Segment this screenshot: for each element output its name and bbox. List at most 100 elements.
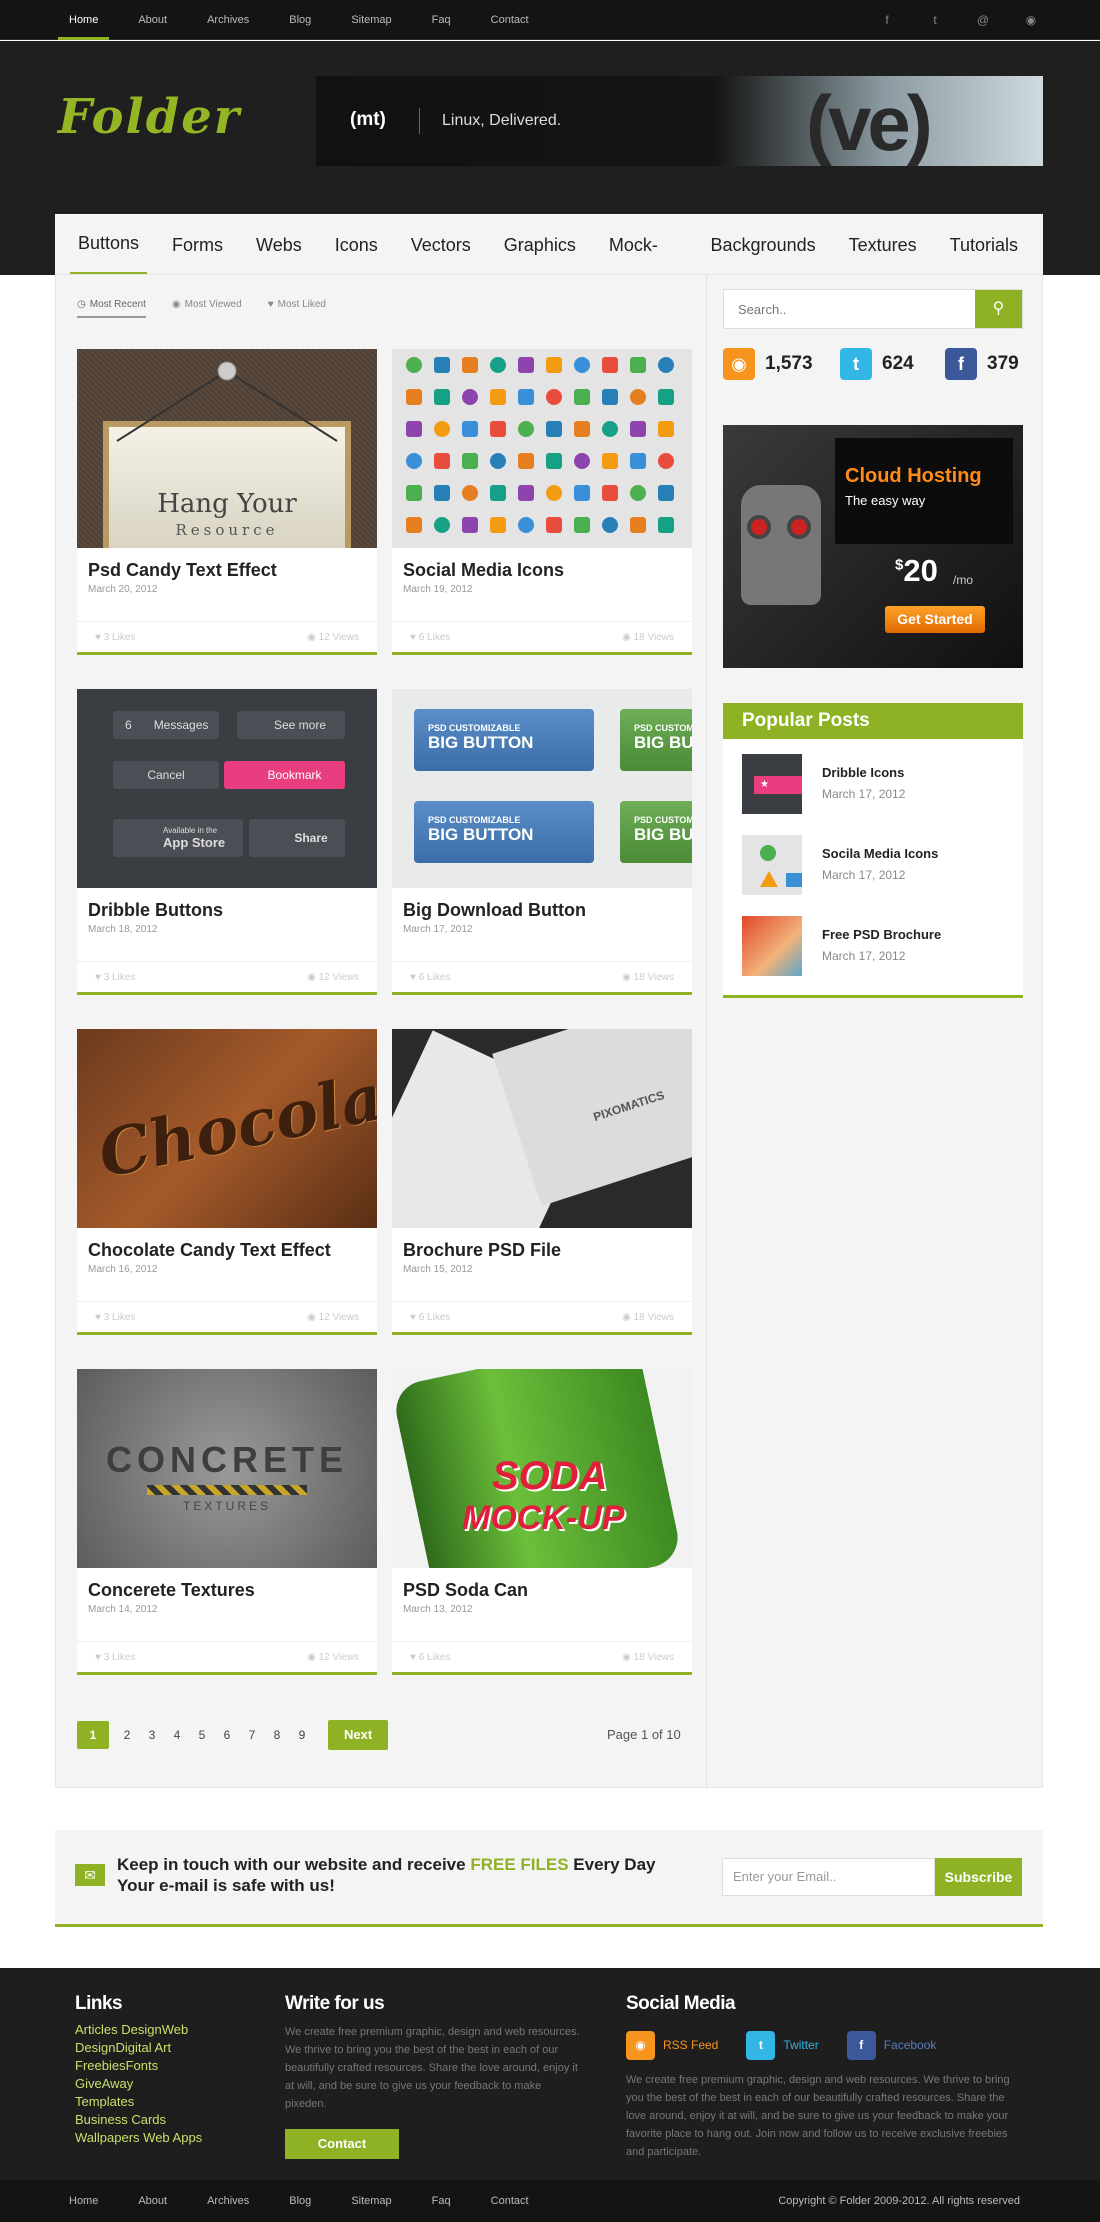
post-thumbnail[interactable]: SODA MOCK-UP [392, 1369, 692, 1568]
post-title[interactable]: Dribble Buttons [88, 900, 223, 921]
get-started-button[interactable]: Get Started [885, 606, 985, 633]
rss-feed-link[interactable]: ◉ RSS Feed [626, 2030, 718, 2060]
post-card[interactable]: Chocola Chocolate Candy Text Effect Marc… [77, 1029, 377, 1335]
search-input[interactable] [724, 290, 974, 328]
footer-link[interactable]: Business Cards [75, 2111, 202, 2129]
post-thumbnail[interactable]: 6 Messages See more Cancel Bookmark Avail… [77, 689, 377, 888]
site-logo[interactable]: Folder [58, 89, 241, 145]
topnav-blog[interactable]: Blog [278, 0, 322, 40]
popular-post-item[interactable]: ★ Dribble Icons March 17, 2012 [742, 754, 1002, 814]
post-title[interactable]: Brochure PSD File [403, 1240, 561, 1261]
twitter-link[interactable]: t Twitter [746, 2030, 819, 2060]
popular-post-thumb[interactable] [742, 916, 802, 976]
post-likes[interactable]: ♥ 3 Likes [95, 632, 135, 643]
topnav-sitemap[interactable]: Sitemap [340, 0, 402, 40]
bottomnav-about[interactable]: About [127, 2180, 178, 2222]
topnav-home[interactable]: Home [58, 0, 110, 40]
page-3[interactable]: 3 [138, 1721, 166, 1749]
post-card[interactable]: CONCRETE TEXTURES Concerete Textures Mar… [77, 1369, 377, 1675]
post-title[interactable]: Concerete Textures [88, 1580, 255, 1601]
post-likes[interactable]: ♥ 6 Likes [410, 1312, 450, 1323]
page-2[interactable]: 2 [113, 1721, 141, 1749]
bottomnav-archives[interactable]: Archives [196, 2180, 260, 2222]
post-likes[interactable]: ♥ 3 Likes [95, 1312, 135, 1323]
page-7[interactable]: 7 [238, 1721, 266, 1749]
facebook-icon[interactable]: f [880, 13, 894, 27]
post-title[interactable]: Chocolate Candy Text Effect [88, 1240, 331, 1261]
popular-post-thumb[interactable]: ★ [742, 754, 802, 814]
post-likes[interactable]: ♥ 6 Likes [410, 1652, 450, 1663]
post-title[interactable]: Big Download Button [403, 900, 586, 921]
popular-post-title[interactable]: Free PSD Brochure [822, 927, 941, 942]
page-9[interactable]: 9 [288, 1721, 316, 1749]
category-webs[interactable]: Webs [248, 215, 310, 275]
popular-post-title[interactable]: Dribble Icons [822, 765, 904, 780]
post-thumbnail[interactable]: PSD CUSTOMIZABLE BIG BUTTON PSD CUSTOMIZA… [392, 689, 692, 888]
post-card[interactable]: 6 Messages See more Cancel Bookmark Avail… [77, 689, 377, 995]
bottomnav-contact[interactable]: Contact [480, 2180, 540, 2222]
post-thumbnail[interactable] [392, 349, 692, 548]
post-likes[interactable]: ♥ 6 Likes [410, 972, 450, 983]
bottomnav-sitemap[interactable]: Sitemap [340, 2180, 402, 2222]
post-thumbnail[interactable]: Chocola [77, 1029, 377, 1228]
topnav-archives[interactable]: Archives [196, 0, 260, 40]
rss-icon[interactable]: ◉ [1024, 13, 1038, 27]
search-button[interactable]: ⚲ [975, 290, 1022, 328]
category-vectors[interactable]: Vectors [403, 215, 479, 275]
contact-button[interactable]: Contact [285, 2129, 399, 2159]
hosting-ad[interactable]: Cloud Hosting The easy way $20 /mo Get S… [723, 425, 1023, 668]
popular-post-thumb[interactable] [742, 835, 802, 895]
post-card[interactable]: PIXOMATICS Brochure PSD File March 15, 2… [392, 1029, 692, 1335]
post-thumbnail[interactable]: PIXOMATICS [392, 1029, 692, 1228]
bottomnav-blog[interactable]: Blog [278, 2180, 322, 2222]
category-textures[interactable]: Textures [841, 215, 925, 275]
facebook-counter[interactable]: f 379 [945, 348, 1019, 380]
post-card[interactable]: Social Media Icons March 19, 2012 ♥ 6 Li… [392, 349, 692, 655]
popular-post-item[interactable]: Socila Media Icons March 17, 2012 [742, 835, 1002, 895]
post-title[interactable]: Psd Candy Text Effect [88, 560, 277, 581]
post-title[interactable]: Social Media Icons [403, 560, 564, 581]
post-card[interactable]: Hang Your Resource Psd Candy Text Effect… [77, 349, 377, 655]
topnav-contact[interactable]: Contact [480, 0, 540, 40]
post-card[interactable]: PSD CUSTOMIZABLE BIG BUTTON PSD CUSTOMIZA… [392, 689, 692, 995]
footer-link[interactable]: DesignDigital Art [75, 2039, 202, 2057]
page-4[interactable]: 4 [163, 1721, 191, 1749]
post-thumbnail[interactable]: Hang Your Resource [77, 349, 377, 548]
post-likes[interactable]: ♥ 6 Likes [410, 632, 450, 643]
category-forms[interactable]: Forms [164, 215, 231, 275]
category-mockups[interactable]: Mock-Ups [601, 215, 686, 315]
post-card[interactable]: SODA MOCK-UP PSD Soda Can March 13, 2012… [392, 1369, 692, 1675]
bottomnav-home[interactable]: Home [58, 2180, 109, 2222]
bottomnav-faq[interactable]: Faq [421, 2180, 462, 2222]
filter-most-recent[interactable]: ◷ Most Recent [77, 299, 146, 318]
page-1[interactable]: 1 [77, 1721, 109, 1749]
popular-post-title[interactable]: Socila Media Icons [822, 846, 938, 861]
rss-counter[interactable]: ◉ 1,573 [723, 348, 813, 380]
facebook-link[interactable]: f Facebook [846, 2030, 936, 2060]
filter-most-liked[interactable]: ♥ Most Liked [268, 299, 326, 318]
category-buttons[interactable]: Buttons [70, 215, 148, 275]
page-5[interactable]: 5 [188, 1721, 216, 1749]
email-input[interactable]: Enter your Email.. [722, 1858, 935, 1896]
twitter-counter[interactable]: t 624 [840, 348, 914, 380]
post-title[interactable]: PSD Soda Can [403, 1580, 528, 1601]
footer-link[interactable]: Articles DesignWeb [75, 2021, 202, 2039]
topnav-about[interactable]: About [127, 0, 178, 40]
popular-post-item[interactable]: Free PSD Brochure March 17, 2012 [742, 916, 1002, 976]
topnav-faq[interactable]: Faq [421, 0, 462, 40]
category-graphics[interactable]: Graphics [496, 215, 584, 275]
footer-link[interactable]: Templates [75, 2093, 202, 2111]
post-likes[interactable]: ♥ 3 Likes [95, 972, 135, 983]
ad-banner[interactable]: (mt) Linux, Delivered. (ve) [316, 76, 1043, 166]
page-8[interactable]: 8 [263, 1721, 291, 1749]
email-icon[interactable]: @ [976, 13, 990, 27]
post-likes[interactable]: ♥ 3 Likes [95, 1652, 135, 1663]
footer-link[interactable]: GiveAway [75, 2075, 202, 2093]
subscribe-button[interactable]: Subscribe [935, 1858, 1022, 1896]
category-backgrounds[interactable]: Backgrounds [703, 215, 824, 275]
filter-most-viewed[interactable]: ◉ Most Viewed [172, 299, 242, 318]
category-icons[interactable]: Icons [327, 215, 386, 275]
footer-link[interactable]: Wallpapers Web Apps [75, 2129, 202, 2147]
footer-link[interactable]: FreebiesFonts [75, 2057, 202, 2075]
post-thumbnail[interactable]: CONCRETE TEXTURES [77, 1369, 377, 1568]
